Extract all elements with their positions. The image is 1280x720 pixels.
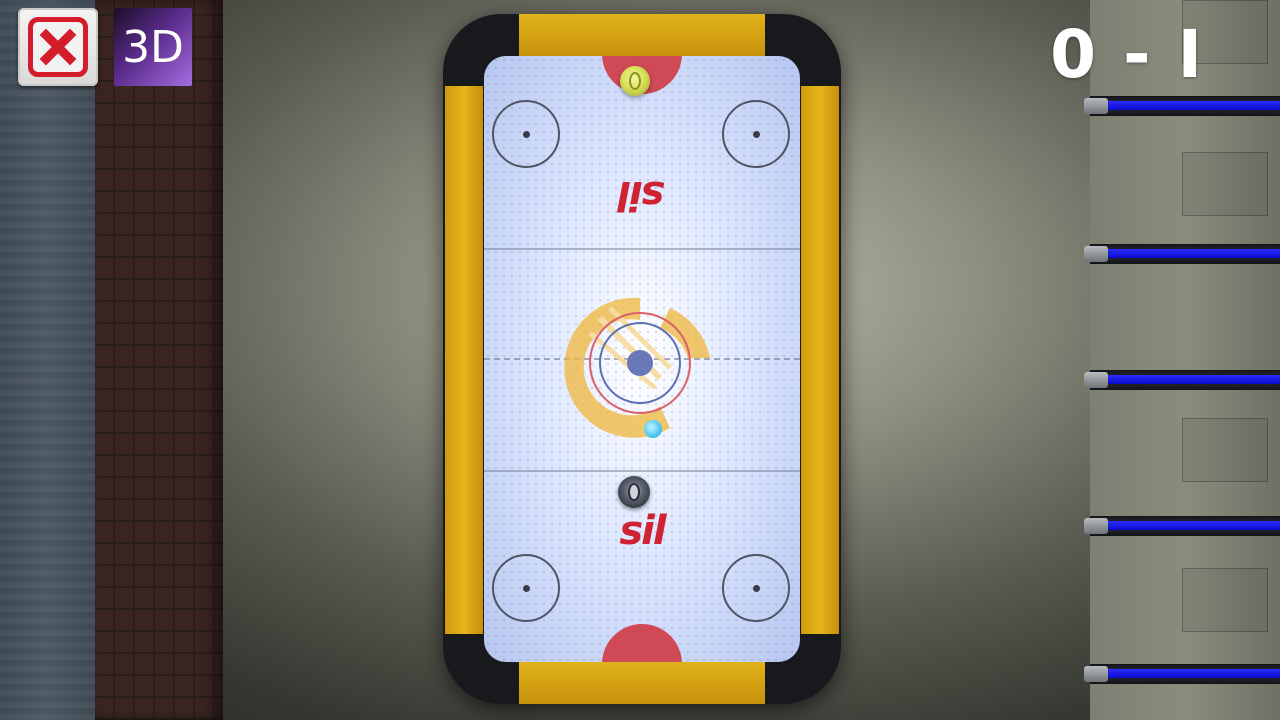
wall-bar bbox=[1084, 516, 1280, 536]
poster bbox=[1182, 418, 1268, 482]
left-wall bbox=[0, 0, 95, 720]
blue-line-top bbox=[484, 248, 800, 250]
faceoff-circle bbox=[722, 554, 790, 622]
wall-bar bbox=[1084, 244, 1280, 264]
close-icon bbox=[28, 17, 88, 77]
score-display: 0 - I bbox=[1050, 16, 1204, 93]
faceoff-circle bbox=[492, 554, 560, 622]
table-logo-bottom: sil bbox=[619, 508, 666, 554]
close-button[interactable] bbox=[18, 8, 98, 86]
view-3d-label: 3D bbox=[122, 21, 184, 73]
playing-surface[interactable]: sil sil bbox=[484, 56, 800, 662]
brick-wall bbox=[95, 0, 223, 720]
faceoff-circle bbox=[722, 100, 790, 168]
view-3d-button[interactable]: 3D bbox=[114, 8, 192, 86]
wall-bar bbox=[1084, 370, 1280, 390]
rail-left bbox=[445, 86, 483, 634]
rail-top bbox=[519, 14, 765, 56]
faceoff-circle bbox=[492, 100, 560, 168]
blue-line-bottom bbox=[484, 470, 800, 472]
poster bbox=[1182, 568, 1268, 632]
player-paddle[interactable] bbox=[618, 476, 650, 508]
wall-bar bbox=[1084, 96, 1280, 116]
wall-bar bbox=[1084, 664, 1280, 684]
rail-bottom bbox=[519, 662, 765, 704]
puck bbox=[644, 420, 662, 438]
center-emblem bbox=[564, 297, 710, 438]
table-logo-top: sil bbox=[619, 172, 665, 218]
opponent-paddle bbox=[620, 66, 650, 96]
air-hockey-table: sil sil bbox=[443, 14, 841, 704]
rail-right bbox=[801, 86, 839, 634]
poster bbox=[1182, 152, 1268, 216]
